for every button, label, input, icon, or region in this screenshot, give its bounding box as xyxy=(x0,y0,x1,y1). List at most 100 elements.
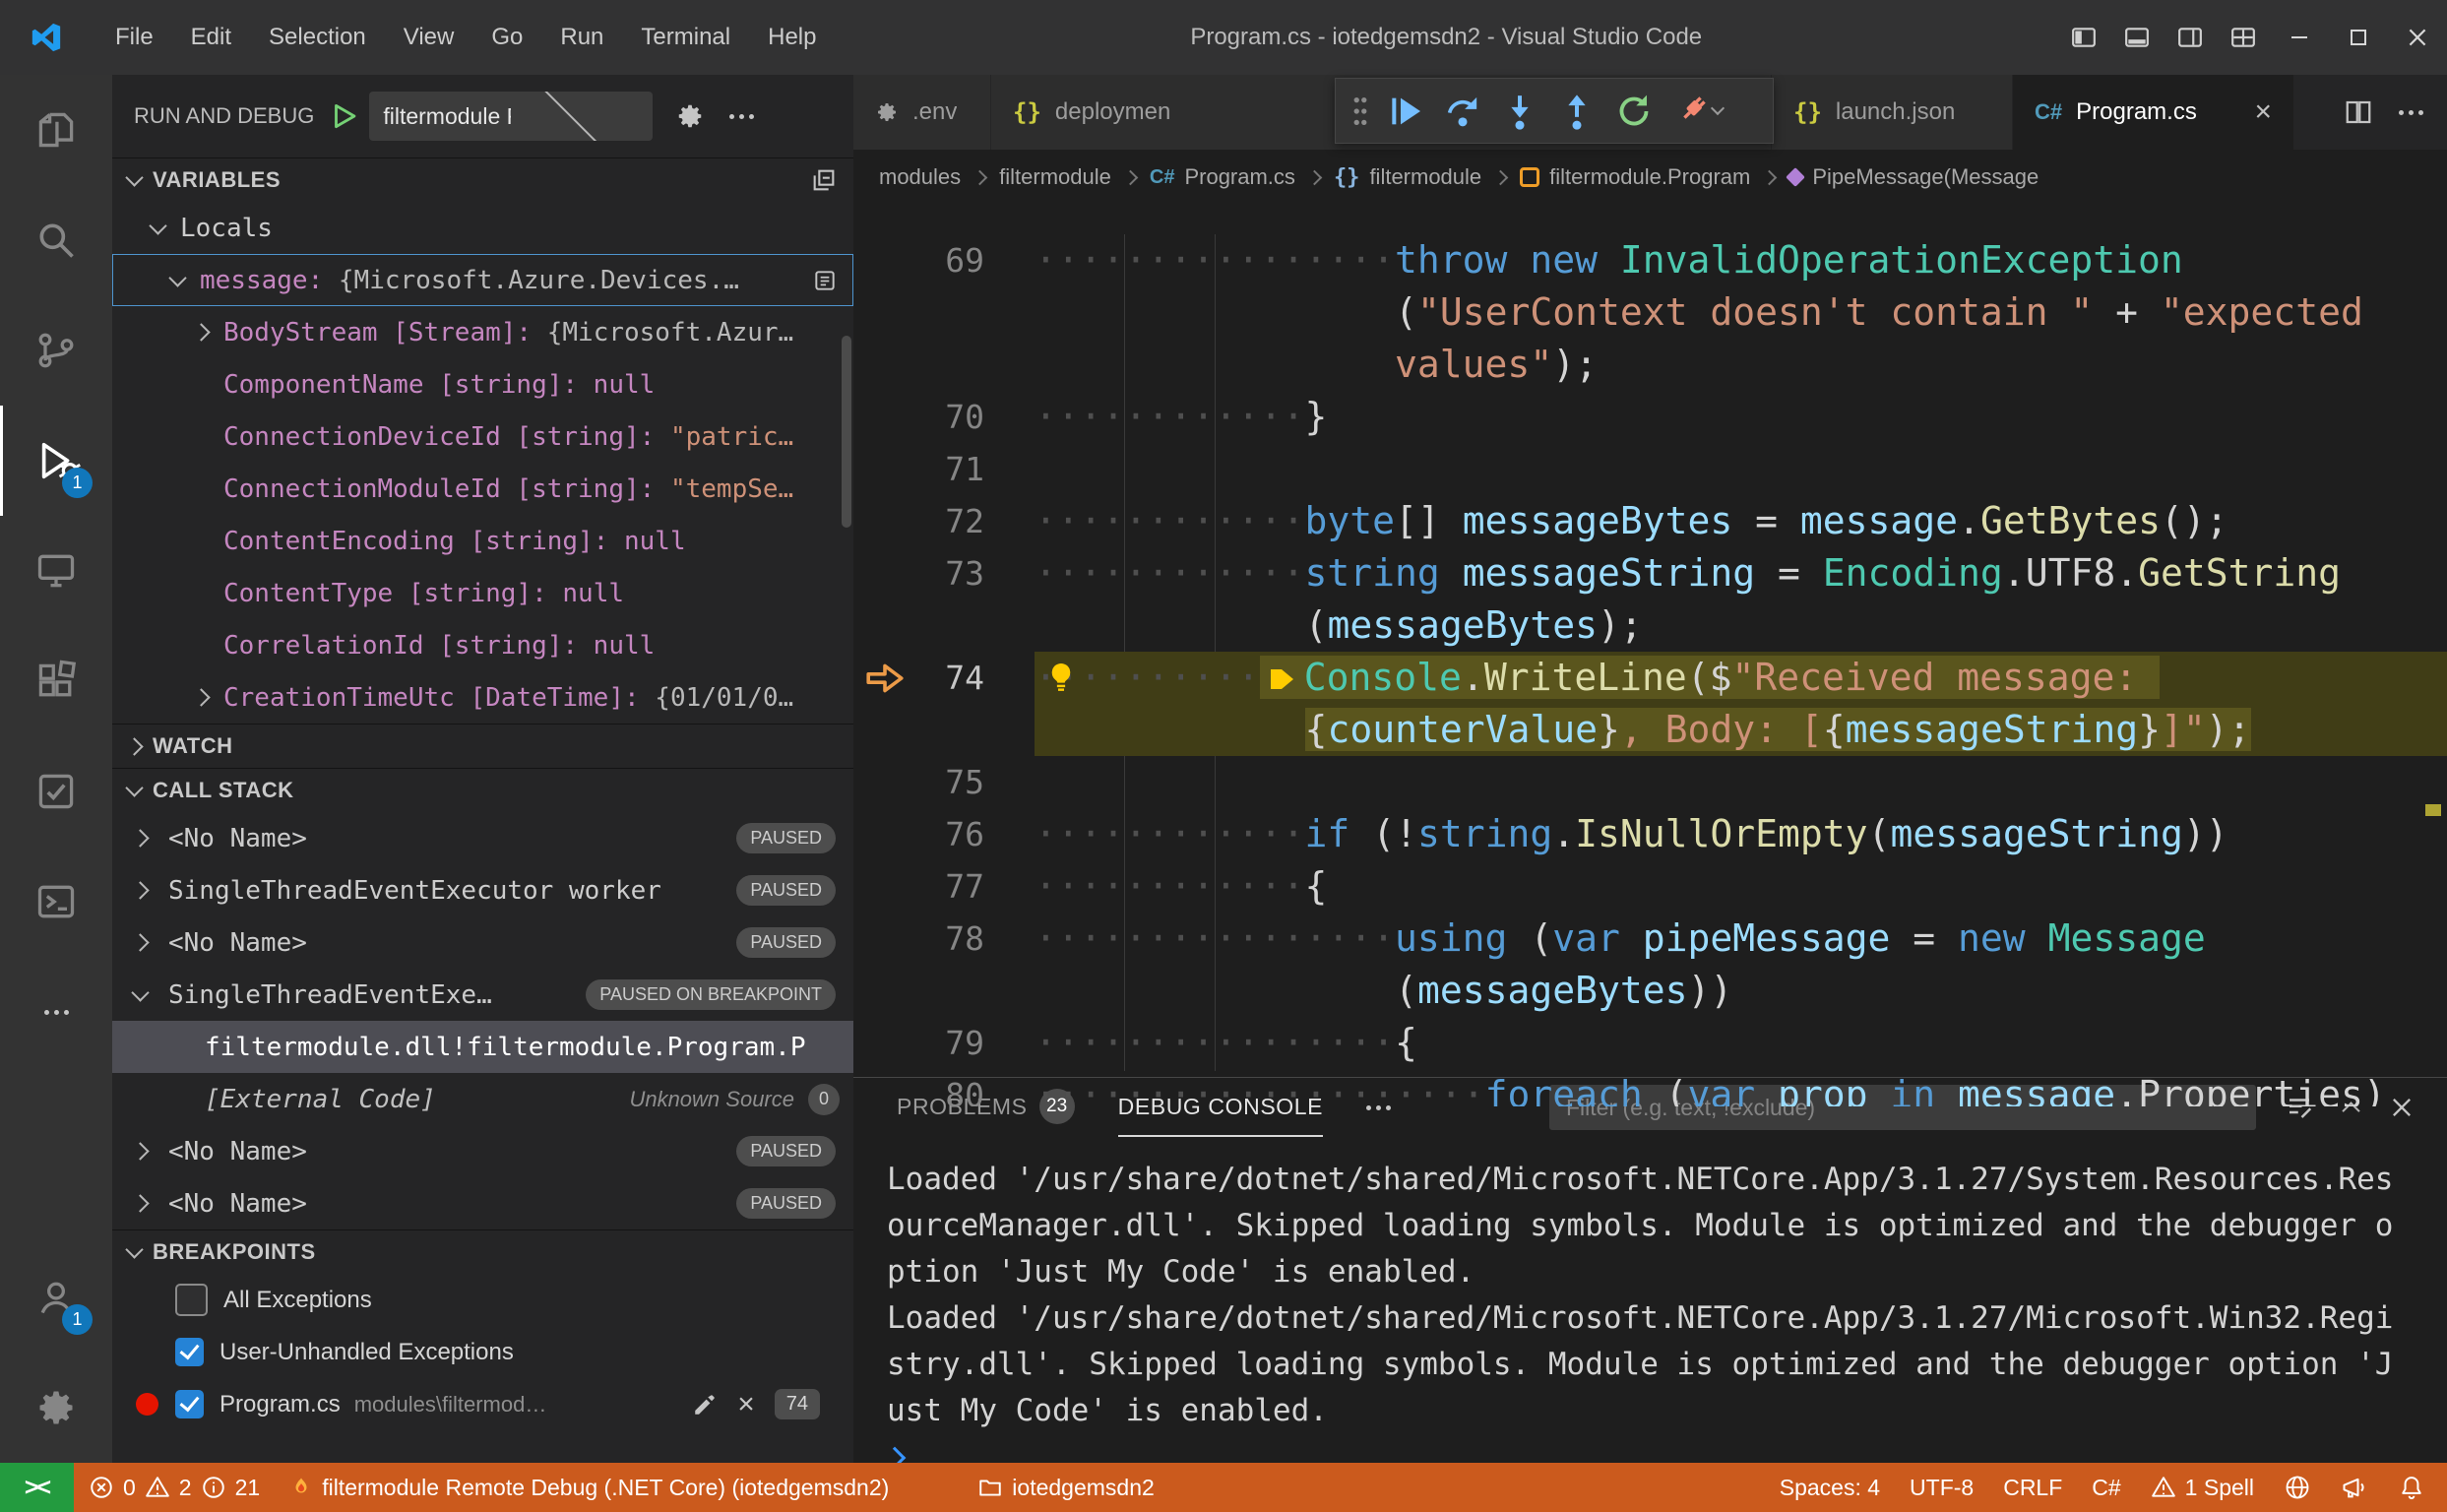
disconnect-button[interactable] xyxy=(1663,83,1731,140)
breakpoint-gutter[interactable] xyxy=(853,495,915,547)
stack-thread-row[interactable]: <No Name>PAUSED xyxy=(112,1177,853,1229)
variable-row[interactable]: CorrelationId [string]: null xyxy=(112,619,853,671)
variable-row[interactable]: message: {Microsoft.Azure.Devices.… xyxy=(112,254,853,306)
continue-button[interactable] xyxy=(1377,83,1434,140)
breakpoint-gutter[interactable] xyxy=(853,234,915,286)
code-line[interactable]: ("UserContext doesn't contain " + "expec… xyxy=(853,286,2447,339)
menu-help[interactable]: Help xyxy=(749,0,835,75)
code-line[interactable]: {counterValue}, Body: [{messageString}]"… xyxy=(853,704,2447,756)
breakpoint-gutter[interactable] xyxy=(853,860,915,913)
launch-config-dropdown[interactable]: filtermodule Re xyxy=(369,92,653,141)
split-editor-icon[interactable] xyxy=(2344,97,2373,127)
breakpoint-gutter[interactable] xyxy=(853,286,915,339)
breadcrumb-item[interactable]: filtermodule.Program xyxy=(1520,164,1750,190)
variable-row[interactable]: ComponentName [string]: null xyxy=(112,358,853,410)
minimize-button[interactable] xyxy=(2270,0,2329,75)
code-line[interactable]: (messageBytes); xyxy=(853,599,2447,652)
breakpoint-gutter[interactable] xyxy=(853,547,915,599)
variable-row[interactable]: ContentType [string]: null xyxy=(112,567,853,619)
remote-indicator[interactable]: >< xyxy=(0,1463,74,1512)
code-line[interactable]: 69················throw new InvalidOpera… xyxy=(853,234,2447,286)
stack-thread-row[interactable]: <No Name>PAUSED xyxy=(112,916,853,969)
breakpoint-checkbox[interactable] xyxy=(175,1338,204,1366)
encoding-status[interactable]: UTF-8 xyxy=(1895,1463,1988,1512)
menu-terminal[interactable]: Terminal xyxy=(622,0,749,75)
breakpoint-gutter[interactable] xyxy=(853,704,915,756)
remove-breakpoint-icon[interactable]: × xyxy=(737,1390,755,1419)
variable-row[interactable]: Locals xyxy=(112,202,853,254)
console-input[interactable] xyxy=(887,1434,2447,1464)
iot-terminal-icon[interactable] xyxy=(0,847,112,957)
menu-go[interactable]: Go xyxy=(472,0,541,75)
notifications-status[interactable] xyxy=(2383,1463,2447,1512)
debug-console-output[interactable]: Loaded '/usr/share/dotnet/shared/Microso… xyxy=(853,1137,2447,1464)
breakpoint-gutter[interactable] xyxy=(853,965,915,1017)
toolbar-drag-handle[interactable] xyxy=(1344,83,1377,140)
breakpoint-gutter[interactable] xyxy=(853,808,915,860)
indentation-status[interactable]: Spaces: 4 xyxy=(1765,1463,1895,1512)
code-line[interactable]: 77············{ xyxy=(853,860,2447,913)
breadcrumb-item[interactable]: filtermodule xyxy=(999,164,1111,190)
collapse-all-icon[interactable] xyxy=(798,155,849,206)
run-and-debug-icon[interactable]: 1 xyxy=(0,406,112,516)
toggle-secondary-sidebar-icon[interactable] xyxy=(2164,0,2217,75)
variable-row[interactable]: ContentEncoding [string]: null xyxy=(112,515,853,567)
toggle-sidebar-icon[interactable] xyxy=(2057,0,2110,75)
customize-layout-icon[interactable] xyxy=(2217,0,2270,75)
menu-view[interactable]: View xyxy=(385,0,473,75)
start-debug-icon[interactable] xyxy=(328,99,361,133)
code-editor[interactable]: 69················throw new InvalidOpera… xyxy=(853,205,2447,1106)
maximize-button[interactable] xyxy=(2329,0,2388,75)
views-more-icon[interactable] xyxy=(716,91,767,142)
settings-gear-icon[interactable] xyxy=(0,1353,112,1463)
feedback-status[interactable] xyxy=(2326,1463,2383,1512)
breakpoint-row[interactable]: All Exceptions xyxy=(112,1274,853,1326)
breakpoint-gutter[interactable] xyxy=(853,443,915,495)
breakpoint-row[interactable]: User-Unhandled Exceptions xyxy=(112,1326,853,1378)
lightbulb-icon[interactable] xyxy=(1046,662,1076,693)
menu-selection[interactable]: Selection xyxy=(250,0,385,75)
breakpoint-gutter[interactable] xyxy=(853,1017,915,1069)
breakpoint-checkbox[interactable] xyxy=(175,1284,208,1316)
tab-Program.cs[interactable]: C#Program.cs× xyxy=(2013,75,2294,150)
stack-thread-row[interactable]: SingleThreadEventExecutor workerPAUSED xyxy=(112,864,853,916)
sidebar-scrollbar[interactable] xyxy=(842,336,851,528)
menu-run[interactable]: Run xyxy=(541,0,622,75)
breakpoints-section-header[interactable]: BREAKPOINTS xyxy=(112,1229,853,1274)
code-line[interactable]: 75 xyxy=(853,756,2447,808)
variable-row[interactable]: ConnectionModuleId [string]: "tempSe… xyxy=(112,463,853,515)
spell-language-status[interactable] xyxy=(2269,1463,2326,1512)
code-line[interactable]: 74··········Console.WriteLine($"Received… xyxy=(853,652,2447,704)
explorer-icon[interactable] xyxy=(0,75,112,185)
more-views-icon[interactable] xyxy=(0,957,112,1067)
code-line[interactable]: 73············string messageString = Enc… xyxy=(853,547,2447,599)
source-control-icon[interactable] xyxy=(0,295,112,406)
menu-file[interactable]: File xyxy=(96,0,172,75)
close-button[interactable] xyxy=(2388,0,2447,75)
restart-button[interactable] xyxy=(1605,83,1663,140)
workspace-folder[interactable]: iotedgemsdn2 xyxy=(963,1463,1169,1512)
debug-session-status[interactable]: filtermodule Remote Debug (.NET Core) (i… xyxy=(275,1463,904,1512)
breadcrumb-item[interactable]: C#Program.cs xyxy=(1150,164,1295,190)
accounts-icon[interactable]: 1 xyxy=(0,1242,112,1353)
eol-status[interactable]: CRLF xyxy=(1988,1463,2077,1512)
call-stack-section-header[interactable]: CALL STACK xyxy=(112,768,853,812)
extensions-icon[interactable] xyxy=(0,626,112,736)
stack-thread-row[interactable]: <No Name>PAUSED xyxy=(112,812,853,864)
step-over-button[interactable] xyxy=(1434,83,1491,140)
test-explorer-icon[interactable] xyxy=(0,736,112,847)
problems-status[interactable]: 0 2 21 xyxy=(74,1463,275,1512)
step-into-button[interactable] xyxy=(1491,83,1548,140)
breadcrumb-item[interactable]: PipeMessage(Message xyxy=(1788,164,2039,190)
stack-thread-row[interactable]: SingleThreadEventExe…PAUSED ON BREAKPOIN… xyxy=(112,969,853,1021)
breakpoint-gutter[interactable] xyxy=(853,756,915,808)
search-icon[interactable] xyxy=(0,185,112,295)
code-line[interactable]: 71 xyxy=(853,443,2447,495)
edit-breakpoint-icon[interactable] xyxy=(692,1392,718,1418)
breakpoint-gutter[interactable] xyxy=(853,391,915,443)
close-tab-icon[interactable]: × xyxy=(2248,95,2278,129)
code-line[interactable]: 79················{ xyxy=(853,1017,2447,1069)
tab-.env[interactable]: .env xyxy=(853,75,991,150)
code-line[interactable]: 70············} xyxy=(853,391,2447,443)
debug-settings-gear-icon[interactable] xyxy=(664,91,716,142)
